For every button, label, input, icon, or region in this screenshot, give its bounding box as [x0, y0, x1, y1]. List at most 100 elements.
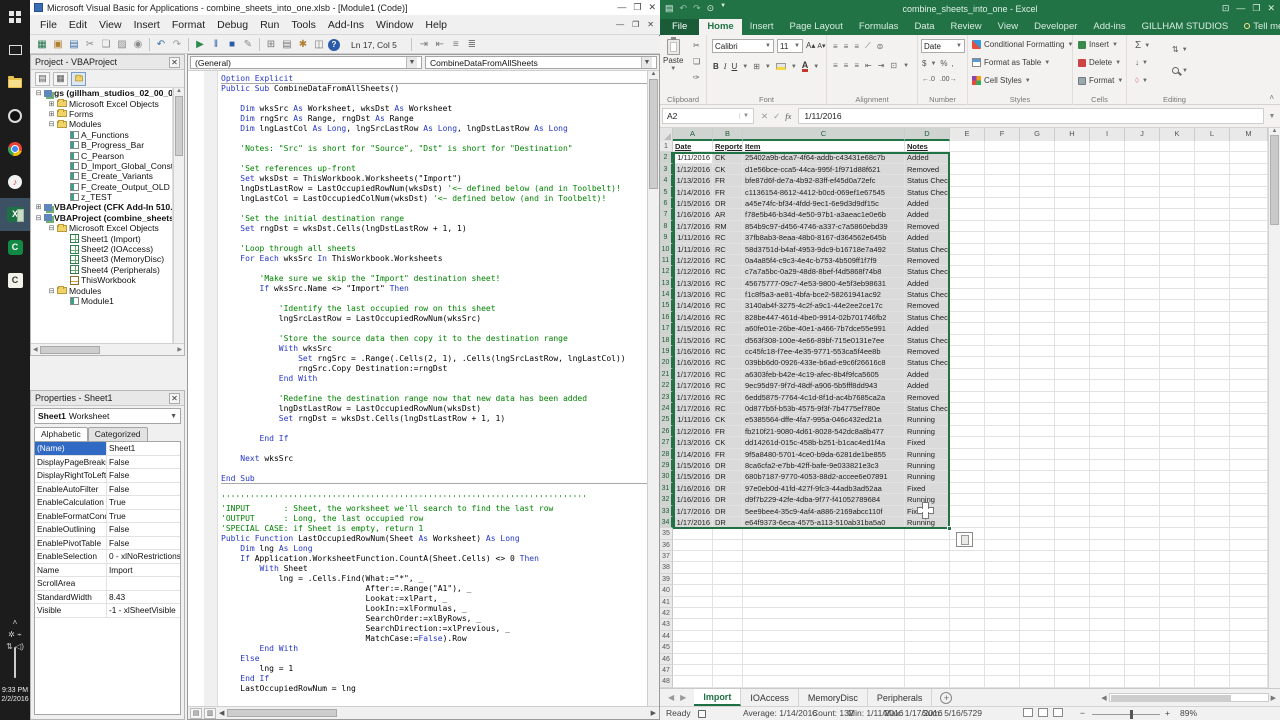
- cell-H14[interactable]: [1055, 289, 1090, 300]
- cell-C24[interactable]: 0d877b5f-b53b-4575-9f3f-7b4775ef780e: [743, 403, 905, 414]
- insert-object-button[interactable]: ▣: [50, 37, 66, 52]
- cell-E8[interactable]: [950, 221, 985, 232]
- cell-M12[interactable]: [1230, 266, 1268, 277]
- cell-I13[interactable]: [1090, 278, 1125, 289]
- column-header-K[interactable]: K: [1160, 128, 1195, 141]
- cell-I2[interactable]: [1090, 152, 1125, 163]
- cell-A9[interactable]: 1/11/2016: [673, 232, 713, 243]
- insert-cells-button[interactable]: Insert▼: [1078, 40, 1118, 49]
- row-header-19[interactable]: 19: [660, 346, 673, 357]
- module-close-button[interactable]: ✕: [647, 20, 654, 29]
- cell-C9[interactable]: 37fb8ab3-8eaa-48b0-8167-d364562e645b: [743, 232, 905, 243]
- cell-E7[interactable]: [950, 209, 985, 220]
- cell-D15[interactable]: Removed: [905, 300, 950, 311]
- cell-G29[interactable]: [1020, 460, 1055, 471]
- camtasia-icon[interactable]: C: [0, 231, 30, 264]
- project-hscrollbar[interactable]: ◀▶: [31, 343, 184, 355]
- properties-panel-header[interactable]: Properties - Sheet1 ✕: [31, 391, 184, 406]
- touch-mode-icon[interactable]: ⊙: [707, 3, 715, 14]
- collapse-icon[interactable]: ⊟: [34, 89, 43, 97]
- cell-M42[interactable]: [1230, 608, 1268, 619]
- tab-file[interactable]: File: [660, 19, 699, 35]
- cell-F38[interactable]: [985, 562, 1020, 573]
- cell-G10[interactable]: [1020, 244, 1055, 255]
- cell-K39[interactable]: [1160, 574, 1195, 585]
- cell-D39[interactable]: [905, 574, 950, 585]
- cell-B28[interactable]: FR: [713, 449, 743, 460]
- cell-F20[interactable]: [985, 357, 1020, 368]
- cell-H43[interactable]: [1055, 619, 1090, 630]
- cell-M25[interactable]: [1230, 414, 1268, 425]
- outdent-button[interactable]: ⇤: [432, 37, 448, 52]
- cell-D42[interactable]: [905, 608, 950, 619]
- cell-F30[interactable]: [985, 471, 1020, 482]
- cell-J21[interactable]: [1125, 369, 1160, 380]
- cell-L30[interactable]: [1195, 471, 1230, 482]
- cell-J47[interactable]: [1125, 665, 1160, 676]
- row-header-26[interactable]: 26: [660, 426, 673, 437]
- cell-G38[interactable]: [1020, 562, 1055, 573]
- project-tree-node[interactable]: Sheet3 (MemoryDisc): [31, 254, 172, 264]
- cell-H47[interactable]: [1055, 665, 1090, 676]
- property-row[interactable]: (Name)Sheet1: [35, 442, 180, 456]
- cell-C8[interactable]: 854b9c97-d456-4746-a337-c7a5860ebd39: [743, 221, 905, 232]
- cell-E5[interactable]: [950, 187, 985, 198]
- object-dropdown[interactable]: (General) ▼: [190, 56, 422, 69]
- row-header-9[interactable]: 9: [660, 232, 673, 243]
- cell-F15[interactable]: [985, 300, 1020, 311]
- cell-D6[interactable]: Added: [905, 198, 950, 209]
- cell-A7[interactable]: 1/16/2016: [673, 209, 713, 220]
- cell-H9[interactable]: [1055, 232, 1090, 243]
- collapse-icon[interactable]: ⊟: [47, 287, 56, 295]
- cell-K7[interactable]: [1160, 209, 1195, 220]
- cell-K4[interactable]: [1160, 175, 1195, 186]
- cell-M1[interactable]: [1230, 141, 1268, 152]
- zoom-out-icon[interactable]: −: [1080, 708, 1085, 718]
- menu-tools[interactable]: Tools: [285, 17, 322, 33]
- cell-D28[interactable]: Running: [905, 449, 950, 460]
- cell-B1[interactable]: Reporter: [713, 141, 743, 152]
- percent-style-icon[interactable]: %: [940, 59, 947, 68]
- row-header-31[interactable]: 31: [660, 483, 673, 494]
- cell-K31[interactable]: [1160, 483, 1195, 494]
- cell-L26[interactable]: [1195, 426, 1230, 437]
- cell-C41[interactable]: [743, 597, 905, 608]
- cell-J7[interactable]: [1125, 209, 1160, 220]
- task-view-button[interactable]: [0, 33, 30, 66]
- cell-L44[interactable]: [1195, 631, 1230, 642]
- cell-B33[interactable]: DR: [713, 506, 743, 517]
- cell-M41[interactable]: [1230, 597, 1268, 608]
- cell-H41[interactable]: [1055, 597, 1090, 608]
- cell-E43[interactable]: [950, 619, 985, 630]
- row-header-10[interactable]: 10: [660, 244, 673, 255]
- cell-B38[interactable]: [713, 562, 743, 573]
- cell-B48[interactable]: [713, 676, 743, 687]
- cell-M6[interactable]: [1230, 198, 1268, 209]
- properties-object-selector[interactable]: Sheet1 Worksheet ▼: [34, 408, 181, 424]
- cell-K18[interactable]: [1160, 335, 1195, 346]
- cell-K47[interactable]: [1160, 665, 1195, 676]
- cell-F42[interactable]: [985, 608, 1020, 619]
- cell-D27[interactable]: Fixed: [905, 437, 950, 448]
- cell-A2[interactable]: 1/11/2016: [673, 152, 713, 163]
- cell-C1[interactable]: Item: [743, 141, 905, 152]
- cell-I15[interactable]: [1090, 300, 1125, 311]
- menu-debug[interactable]: Debug: [211, 17, 254, 33]
- cell-E9[interactable]: [950, 232, 985, 243]
- cell-B21[interactable]: RC: [713, 369, 743, 380]
- cell-E46[interactable]: [950, 654, 985, 665]
- cell-D3[interactable]: Removed: [905, 164, 950, 175]
- cell-E48[interactable]: [950, 676, 985, 687]
- cell-I25[interactable]: [1090, 414, 1125, 425]
- cell-styles-button[interactable]: Cell Styles▼: [972, 76, 1031, 85]
- cell-D46[interactable]: [905, 654, 950, 665]
- ribbon-display-options-icon[interactable]: ⊡: [1222, 3, 1230, 14]
- cell-D41[interactable]: [905, 597, 950, 608]
- cell-G43[interactable]: [1020, 619, 1055, 630]
- cancel-icon[interactable]: ✕: [761, 111, 768, 122]
- cell-K1[interactable]: [1160, 141, 1195, 152]
- project-tree-node[interactable]: ⊞Microsoft Excel Objects: [31, 98, 172, 108]
- cell-E27[interactable]: [950, 437, 985, 448]
- property-row[interactable]: DisplayPageBreaksFalse: [35, 456, 180, 470]
- cell-M26[interactable]: [1230, 426, 1268, 437]
